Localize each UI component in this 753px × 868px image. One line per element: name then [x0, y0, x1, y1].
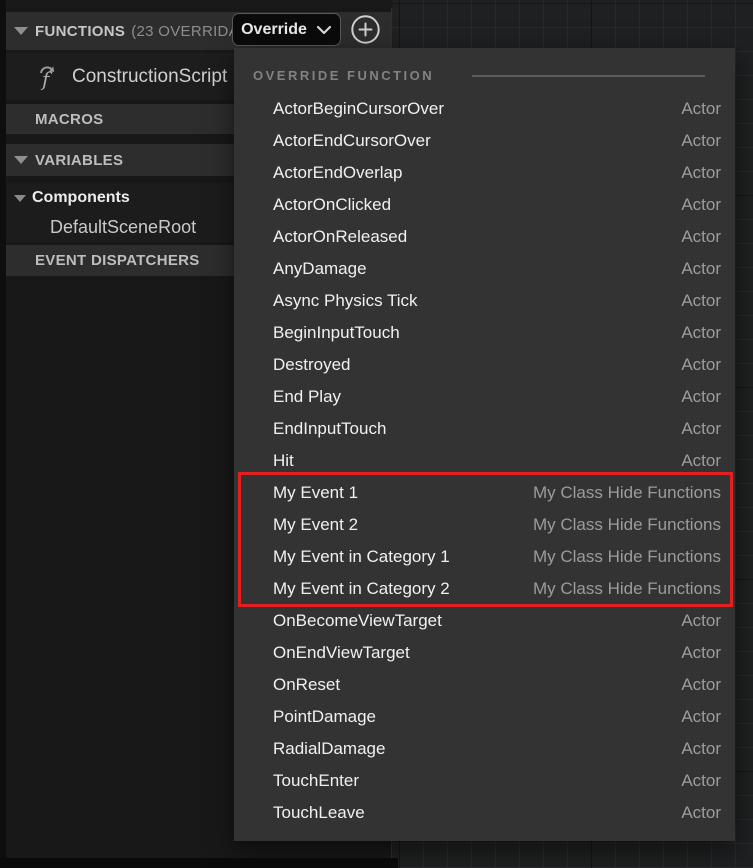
override-function-list: ActorBeginCursorOver Actor ActorEndCurso… — [234, 93, 735, 829]
override-function-row[interactable]: ActorEndCursorOver Actor — [234, 125, 735, 157]
chevron-down-icon — [316, 25, 332, 35]
override-function-row[interactable]: My Event 2 My Class Hide Functions — [234, 509, 735, 541]
override-function-row[interactable]: OnReset Actor — [234, 669, 735, 701]
event-dispatchers-section-label: EVENT DISPATCHERS — [35, 252, 200, 269]
function-source-class: My Class Hide Functions — [533, 547, 721, 567]
window-top-edge — [0, 0, 392, 8]
override-function-row[interactable]: TouchEnter Actor — [234, 765, 735, 797]
function-source-class: Actor — [681, 707, 721, 727]
override-function-row[interactable]: My Event 1 My Class Hide Functions — [234, 477, 735, 509]
function-name: PointDamage — [273, 707, 681, 727]
override-function-row[interactable]: ActorBeginCursorOver Actor — [234, 93, 735, 125]
override-function-row[interactable]: ActorEndOverlap Actor — [234, 157, 735, 189]
function-source-class: Actor — [681, 323, 721, 343]
function-name: Async Physics Tick — [273, 291, 681, 311]
function-source-class: My Class Hide Functions — [533, 483, 721, 503]
function-source-class: Actor — [681, 803, 721, 823]
menu-title-rule — [472, 75, 705, 77]
override-function-row[interactable]: Destroyed Actor — [234, 349, 735, 381]
function-name: My Event 2 — [273, 515, 533, 535]
function-source-class: Actor — [681, 675, 721, 695]
collapse-arrow-icon[interactable] — [14, 27, 28, 35]
menu-title: OVERRIDE FUNCTION — [253, 68, 434, 83]
collapse-arrow-icon[interactable] — [14, 195, 26, 202]
override-button-label: Override — [241, 21, 307, 39]
add-function-button[interactable] — [350, 14, 381, 45]
overridable-count: (23 OVERRIDABLE) — [131, 23, 233, 40]
function-name: My Event 1 — [273, 483, 533, 503]
override-function-row[interactable]: PointDamage Actor — [234, 701, 735, 733]
function-name: AnyDamage — [273, 259, 681, 279]
function-source-class: My Class Hide Functions — [533, 579, 721, 599]
override-function-row[interactable]: EndInputTouch Actor — [234, 413, 735, 445]
function-source-class: Actor — [681, 451, 721, 471]
plus-circle-icon — [350, 14, 381, 45]
function-name: TouchEnter — [273, 771, 681, 791]
override-function-menu: OVERRIDE FUNCTION ActorBeginCursorOver A… — [234, 48, 735, 841]
function-source-class: My Class Hide Functions — [533, 515, 721, 535]
function-source-class: Actor — [681, 771, 721, 791]
construction-script-label: ConstructionScript — [72, 66, 227, 88]
functions-section-label: FUNCTIONS (23 OVERRIDABLE) — [35, 23, 233, 40]
function-name: OnEndViewTarget — [273, 643, 681, 663]
override-function-menu-header: OVERRIDE FUNCTION — [234, 48, 735, 93]
function-name: ActorOnClicked — [273, 195, 681, 215]
function-source-class: Actor — [681, 611, 721, 631]
override-function-row[interactable]: ActorOnReleased Actor — [234, 221, 735, 253]
function-name: End Play — [273, 387, 681, 407]
panel-bottom-edge — [0, 858, 398, 868]
override-dropdown-button[interactable]: Override — [232, 13, 341, 46]
component-item-label: DefaultSceneRoot — [50, 217, 196, 238]
function-name: Hit — [273, 451, 681, 471]
function-source-class: Actor — [681, 419, 721, 439]
function-source-class: Actor — [681, 99, 721, 119]
variables-section-label: VARIABLES — [35, 152, 123, 169]
function-name: RadialDamage — [273, 739, 681, 759]
override-function-row[interactable]: End Play Actor — [234, 381, 735, 413]
function-source-class: Actor — [681, 163, 721, 183]
function-source-class: Actor — [681, 387, 721, 407]
function-source-class: Actor — [681, 291, 721, 311]
function-icon: f — [36, 63, 64, 90]
override-function-row[interactable]: Hit Actor — [234, 445, 735, 477]
function-source-class: Actor — [681, 355, 721, 375]
function-name: TouchLeave — [273, 803, 681, 823]
macros-section-label: MACROS — [35, 111, 103, 128]
override-function-row[interactable]: OnBecomeViewTarget Actor — [234, 605, 735, 637]
override-function-row[interactable]: ActorOnClicked Actor — [234, 189, 735, 221]
override-function-row[interactable]: Async Physics Tick Actor — [234, 285, 735, 317]
function-source-class: Actor — [681, 131, 721, 151]
function-name: ActorEndCursorOver — [273, 131, 681, 151]
override-function-row[interactable]: My Event in Category 2 My Class Hide Fun… — [234, 573, 735, 605]
function-source-class: Actor — [681, 195, 721, 215]
function-name: ActorOnReleased — [273, 227, 681, 247]
override-function-row[interactable]: BeginInputTouch Actor — [234, 317, 735, 349]
function-name: BeginInputTouch — [273, 323, 681, 343]
override-function-row[interactable]: TouchLeave Actor — [234, 797, 735, 829]
function-name: My Event in Category 2 — [273, 579, 533, 599]
override-function-row[interactable]: My Event in Category 1 My Class Hide Fun… — [234, 541, 735, 573]
function-source-class: Actor — [681, 643, 721, 663]
function-source-class: Actor — [681, 227, 721, 247]
override-function-row[interactable]: RadialDamage Actor — [234, 733, 735, 765]
override-function-row[interactable]: OnEndViewTarget Actor — [234, 637, 735, 669]
override-function-row[interactable]: AnyDamage Actor — [234, 253, 735, 285]
function-name: OnBecomeViewTarget — [273, 611, 681, 631]
function-name: OnReset — [273, 675, 681, 695]
function-source-class: Actor — [681, 739, 721, 759]
components-category-label: Components — [32, 189, 130, 207]
function-name: ActorEndOverlap — [273, 163, 681, 183]
function-name: Destroyed — [273, 355, 681, 375]
function-name: EndInputTouch — [273, 419, 681, 439]
function-source-class: Actor — [681, 259, 721, 279]
collapse-arrow-icon[interactable] — [14, 156, 28, 164]
function-name: My Event in Category 1 — [273, 547, 533, 567]
function-name: ActorBeginCursorOver — [273, 99, 681, 119]
